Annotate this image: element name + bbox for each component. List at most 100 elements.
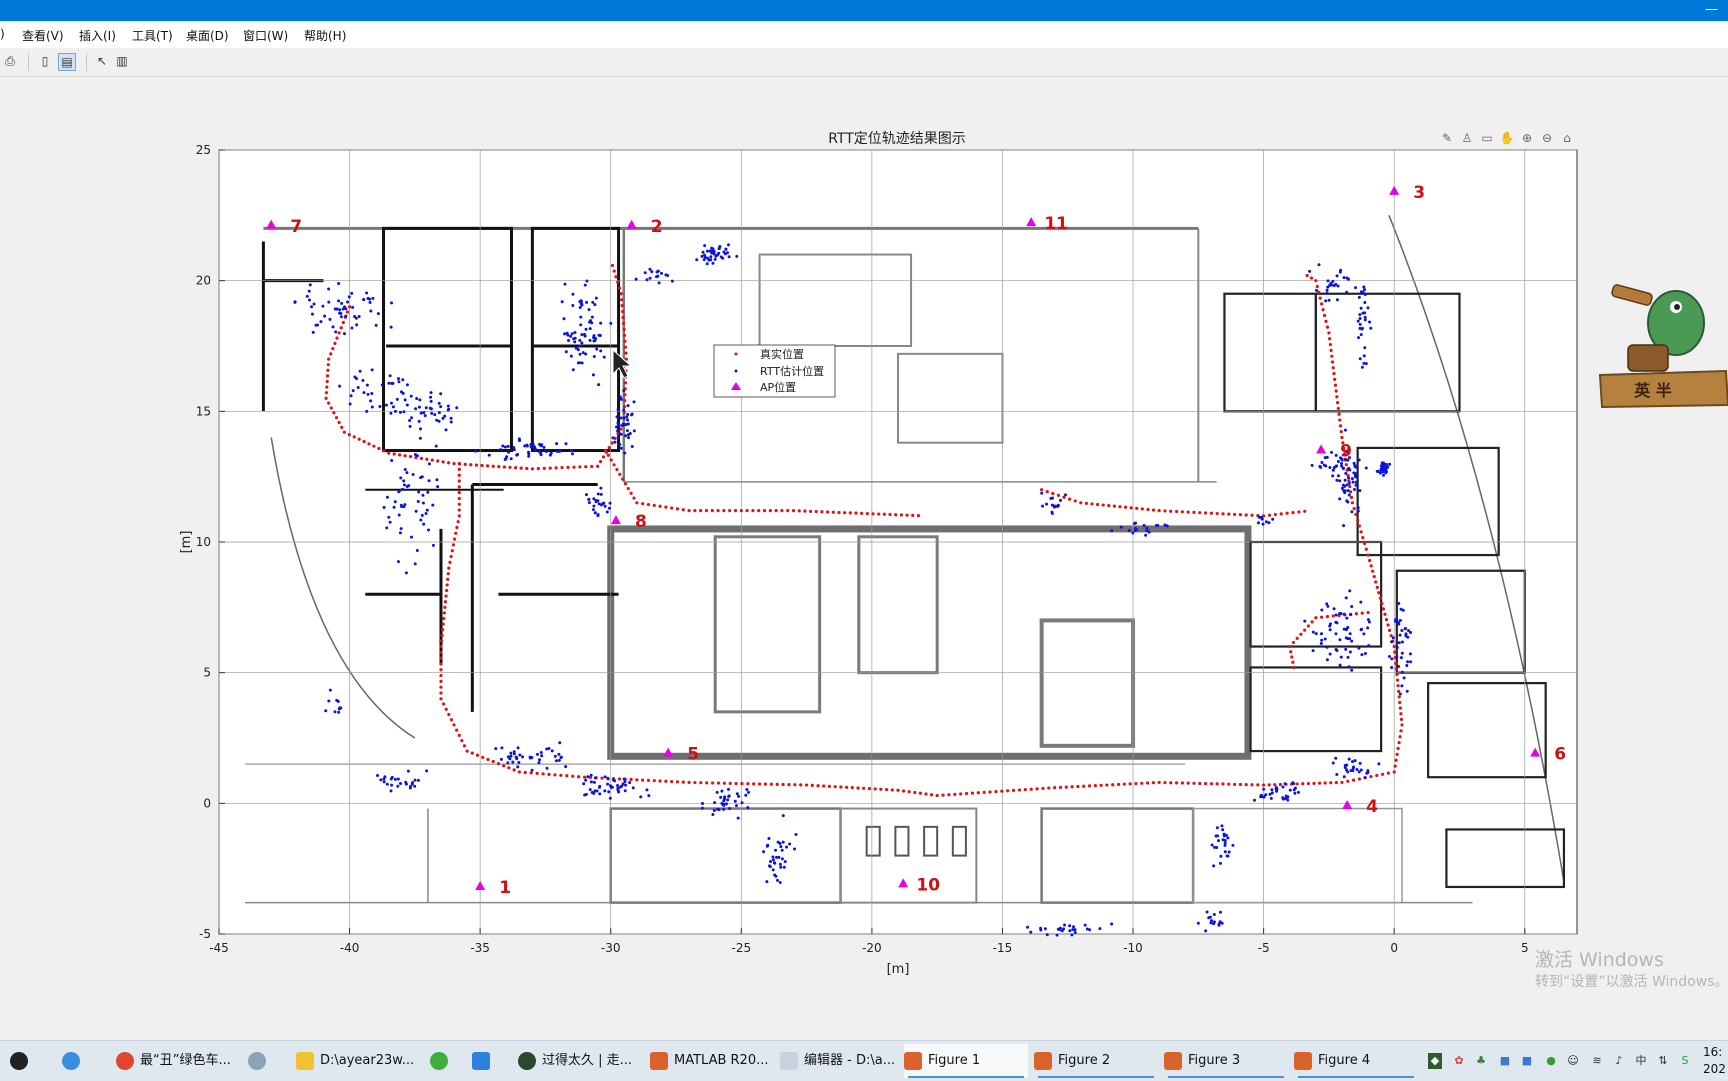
tray-app-icon[interactable]: ■ — [1520, 1053, 1534, 1069]
task-figure-2[interactable]: Figure 2 — [1034, 1044, 1158, 1078]
task-figure-4[interactable]: Figure 4 — [1294, 1044, 1418, 1078]
real-position-point — [329, 406, 333, 410]
real-position-point — [896, 788, 900, 792]
rtt-estimate-point — [1346, 655, 1350, 659]
real-position-point — [1291, 640, 1296, 645]
rtt-estimate-point — [1026, 925, 1030, 929]
colorbar-icon[interactable]: ▯ — [37, 53, 53, 69]
qq-icon[interactable]: ☺ — [1566, 1053, 1580, 1069]
ime-icon[interactable]: 中 — [1634, 1053, 1648, 1069]
real-position-point — [525, 466, 529, 471]
rtt-estimate-point — [626, 418, 630, 422]
rtt-estimate-point — [1303, 619, 1307, 623]
task-matlab[interactable]: MATLAB R20... — [650, 1044, 770, 1078]
rtt-estimate-point — [406, 769, 410, 773]
rtt-estimate-point — [1356, 319, 1360, 323]
task-editor[interactable]: 编辑器 - D:\a... — [780, 1044, 900, 1078]
rtt-estimate-point — [565, 331, 569, 335]
network-icon[interactable]: ⇅ — [1656, 1053, 1670, 1069]
task-app[interactable] — [248, 1044, 276, 1078]
rtt-estimate-point — [417, 490, 421, 494]
real-position-point — [502, 465, 507, 469]
rtt-estimate-point — [1220, 824, 1224, 828]
real-position-point — [687, 780, 691, 785]
real-position-point — [810, 783, 814, 787]
task-figure-3[interactable]: Figure 3 — [1164, 1044, 1288, 1078]
rtt-estimate-point — [563, 332, 567, 336]
mascot-sticker: 英 半 — [1598, 284, 1728, 409]
rtt-estimate-point — [1347, 493, 1351, 497]
rtt-estimate-point — [595, 347, 599, 351]
system-clock[interactable]: 16: 202 — [1703, 1044, 1726, 1078]
x-tick-label: -45 — [209, 941, 229, 955]
rtt-estimate-point — [1357, 646, 1361, 650]
menu-item-help[interactable]: 帮助(H) — [304, 27, 346, 44]
property-inspector-icon[interactable]: ▥ — [114, 53, 130, 69]
real-position-point — [1396, 684, 1400, 688]
rtt-estimate-point — [503, 457, 507, 461]
tray-app-icon[interactable]: ● — [1544, 1053, 1558, 1069]
zoom-in-icon[interactable]: ⊕ — [1519, 130, 1535, 146]
task-media[interactable]: 过得太久 | 走... — [518, 1044, 638, 1078]
rtt-estimate-point — [405, 403, 409, 407]
real-position-point — [620, 298, 624, 302]
rtt-estimate-point — [771, 855, 775, 859]
task-explorer[interactable]: D:\ayear23w... — [296, 1044, 426, 1078]
real-position-point — [918, 791, 922, 795]
rtt-estimate-point — [1045, 933, 1049, 937]
menu-item-desktop[interactable]: 桌面(D) — [186, 27, 229, 44]
legend-icon[interactable]: ▤ — [58, 53, 76, 71]
real-position-point — [646, 502, 651, 507]
minimize-button[interactable]: — — [1705, 0, 1718, 20]
real-position-point — [1128, 782, 1132, 786]
real-position-point — [436, 459, 440, 463]
real-position-point — [746, 782, 750, 786]
tray-app-icon[interactable]: ■ — [1498, 1053, 1512, 1069]
rtt-estimate-point — [365, 409, 369, 413]
rtt-estimate-point — [1134, 521, 1138, 525]
task-chrome[interactable]: 最“丑”绿色车... — [116, 1044, 236, 1078]
wifi-icon[interactable]: ≋ — [1590, 1053, 1604, 1069]
nvidia-icon[interactable]: ◆ — [1428, 1053, 1442, 1069]
menu-item-view[interactable]: 查看(V) — [22, 27, 64, 44]
zoom-out-icon[interactable]: ⊖ — [1539, 130, 1555, 146]
real-position-point — [1073, 499, 1077, 503]
rtt-estimate-point — [1320, 638, 1324, 642]
rtt-estimate-point — [426, 490, 430, 494]
rtt-estimate-point — [766, 843, 770, 847]
rtt-estimate-point — [616, 408, 620, 412]
pan-hand-icon[interactable]: ✋ — [1499, 130, 1515, 146]
real-position-point — [456, 520, 460, 524]
rtt-estimate-point — [1256, 521, 1260, 525]
rtt-estimate-point — [737, 794, 741, 798]
rtt-estimate-point — [1338, 663, 1342, 667]
ie-button[interactable] — [62, 1044, 102, 1078]
rtt-estimate-point — [380, 383, 384, 387]
task-green-app[interactable] — [430, 1044, 458, 1078]
real-position-point — [469, 463, 473, 467]
menu-item-tools[interactable]: 工具(T) — [132, 27, 173, 44]
brush-icon[interactable]: ♙ — [1459, 130, 1475, 146]
real-position-point — [1359, 530, 1363, 534]
task-blue-app[interactable] — [472, 1044, 500, 1078]
real-position-point — [1357, 777, 1361, 781]
rtt-estimate-point — [591, 373, 595, 377]
pointer-icon[interactable]: ↖ — [94, 53, 110, 69]
task-figure-1[interactable]: Figure 1 — [904, 1044, 1028, 1078]
start-button[interactable] — [10, 1044, 46, 1078]
rtt-estimate-point — [396, 784, 400, 788]
volume-icon[interactable]: ♪ — [1612, 1053, 1626, 1069]
real-position-point — [1327, 331, 1331, 335]
menu-item-window[interactable]: 窗口(W) — [243, 27, 288, 44]
export-icon[interactable]: ✎ — [1439, 130, 1455, 146]
print-icon[interactable]: ⎙ — [2, 53, 18, 69]
rtt-estimate-point — [1338, 638, 1342, 642]
rtt-estimate-point — [1360, 290, 1364, 294]
menu-item-insert[interactable]: 插入(I) — [79, 27, 116, 44]
datatip-icon[interactable]: ▭ — [1479, 130, 1495, 146]
menu-item-partial[interactable]: ) — [0, 27, 5, 41]
home-icon[interactable]: ⌂ — [1559, 130, 1575, 146]
tray-app-icon[interactable]: ♣ — [1474, 1053, 1488, 1069]
security-icon[interactable]: S — [1678, 1053, 1692, 1069]
tray-app-icon[interactable]: ✿ — [1452, 1053, 1466, 1069]
